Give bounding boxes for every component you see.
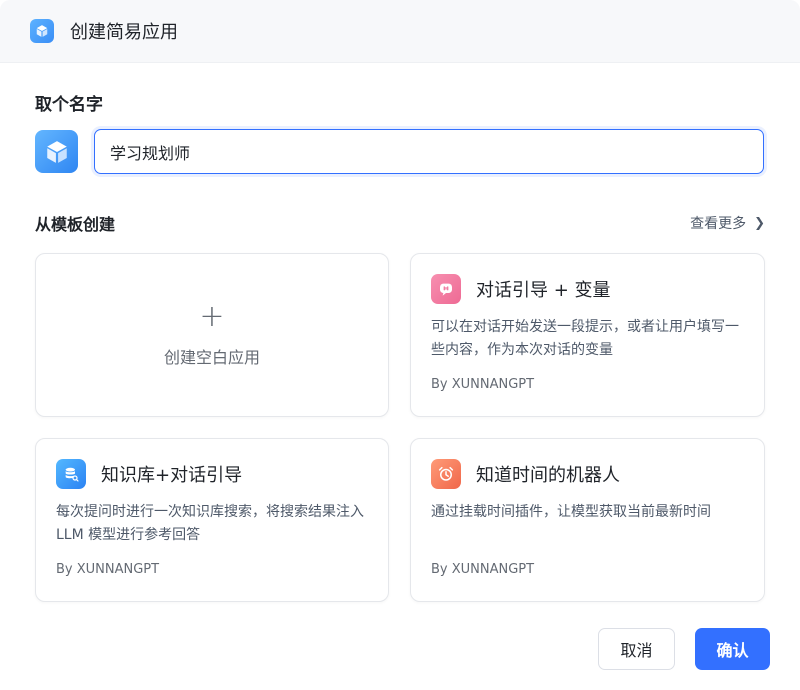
dialog-title: 创建简易应用 [70, 22, 178, 43]
dialog-footer: 取消 确认 [598, 628, 770, 670]
cancel-button[interactable]: 取消 [598, 628, 675, 670]
template-author: By XUNNANGPT [56, 562, 160, 577]
template-description: 通过挂载时间插件，让模型获取当前最新时间 [431, 504, 711, 520]
blank-app-label: 创建空白应用 [163, 348, 260, 367]
view-more-link[interactable]: 查看更多 ❯ [690, 213, 765, 233]
plus-icon: + [199, 299, 225, 334]
app-name-input[interactable] [94, 129, 764, 174]
create-app-dialog: 创建简易应用 取个名字 从模板创建 查看更多 ❯ + 创建空白应用 [0, 0, 800, 690]
template-card[interactable]: 对话引导 + 变量 可以在对话开始发送一段提示，或者让用户填写一些内容，作为本次… [410, 253, 765, 417]
confirm-button[interactable]: 确认 [695, 628, 770, 670]
template-description: 可以在对话开始发送一段提示，或者让用户填写一些内容，作为本次对话的变量 [431, 319, 739, 358]
alarm-clock-icon [431, 459, 461, 489]
database-search-icon [56, 459, 86, 489]
template-header: 从模板创建 查看更多 ❯ [35, 211, 765, 235]
blank-app-card[interactable]: + 创建空白应用 [35, 253, 389, 417]
template-title: 知道时间的机器人 [476, 465, 620, 486]
template-section-label: 从模板创建 [35, 215, 116, 234]
dialog-header: 创建简易应用 [0, 0, 800, 63]
template-description: 每次提问时进行一次知识库搜索，将搜索结果注入 LLM 模型进行参考回答 [56, 504, 364, 543]
template-grid: + 创建空白应用 对话引导 + 变量 可以在对话开始发送一段提示，或者让用户填写… [35, 253, 765, 602]
cube-icon [46, 140, 67, 163]
chevron-right-icon: ❯ [754, 215, 765, 231]
view-more-label: 查看更多 [690, 216, 747, 232]
dialog-body: 取个名字 从模板创建 查看更多 ❯ + 创建空白应用 [0, 90, 800, 602]
template-card[interactable]: 知识库+对话引导 每次提问时进行一次知识库搜索，将搜索结果注入 LLM 模型进行… [35, 438, 389, 602]
template-author: By XUNNANGPT [431, 562, 535, 577]
name-section-label: 取个名字 [35, 95, 103, 115]
name-row [35, 129, 765, 174]
template-card[interactable]: 知道时间的机器人 通过挂载时间插件，让模型获取当前最新时间 By XUNNANG… [410, 438, 765, 602]
chat-bubble-icon [431, 274, 461, 304]
app-avatar[interactable] [35, 130, 78, 173]
template-title: 知识库+对话引导 [101, 465, 243, 486]
template-title: 对话引导 + 变量 [476, 280, 611, 301]
cube-icon [30, 19, 54, 43]
template-author: By XUNNANGPT [431, 377, 535, 392]
